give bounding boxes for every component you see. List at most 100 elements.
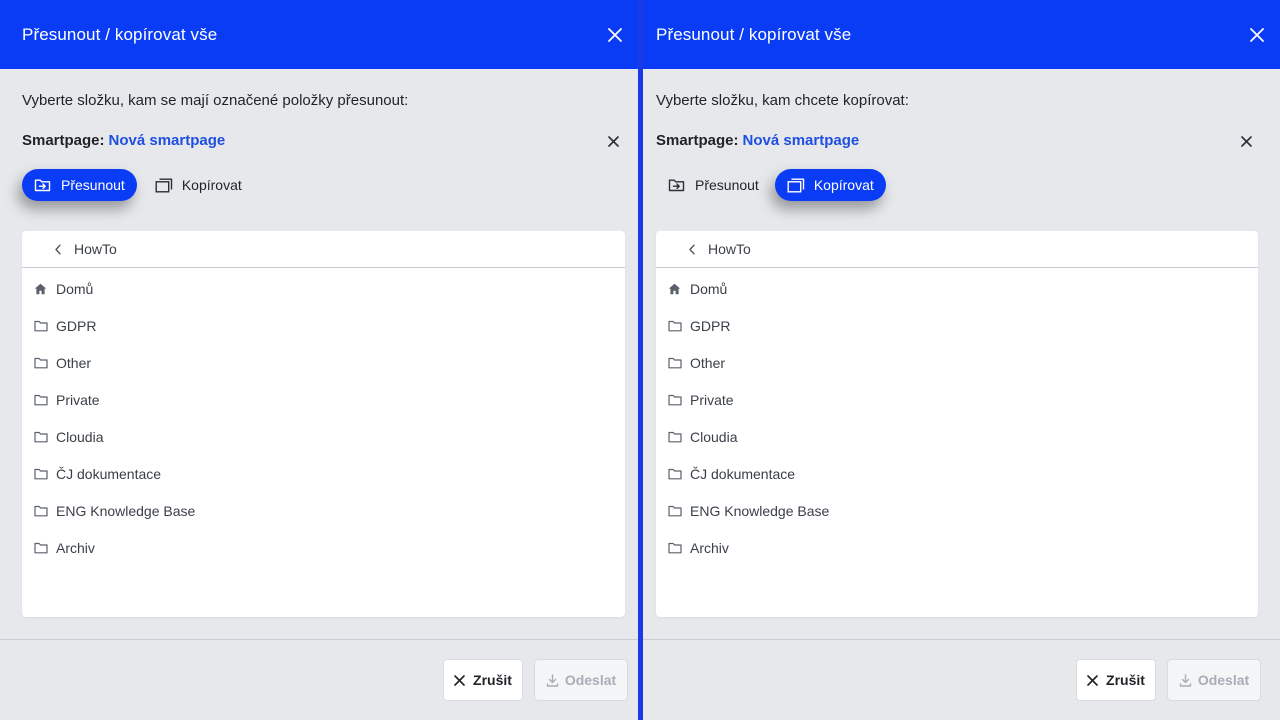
folder-item[interactable]: Archiv (22, 529, 625, 566)
folder-icon (34, 356, 48, 370)
home-icon (34, 282, 48, 296)
clear-smartpage-button[interactable] (1238, 133, 1254, 149)
close-icon (607, 135, 619, 147)
mode-copy-label: Kopírovat (813, 177, 874, 193)
folder-item-label: Domů (56, 280, 94, 297)
chevron-left-icon (54, 243, 66, 255)
folder-icon (34, 430, 48, 444)
folder-item-label: Cloudia (690, 428, 738, 445)
dialog-footer: Zrušit Odeslat (0, 639, 638, 720)
folder-item[interactable]: Private (22, 381, 625, 418)
folder-item-label: ENG Knowledge Base (56, 502, 196, 519)
cancel-button[interactable]: Zrušit (443, 659, 523, 701)
instruction-text: Vyberte složku, kam se mají označené pol… (22, 92, 409, 109)
submit-button[interactable]: Odeslat (1167, 659, 1261, 701)
folder-item[interactable]: Archiv (656, 529, 1258, 566)
folder-icon (34, 467, 48, 481)
folder-item[interactable]: GDPR (22, 307, 625, 344)
folder-icon (34, 541, 48, 555)
dialog-copy: Přesunout / kopírovat vše Vyberte složku… (643, 0, 1280, 720)
folder-item[interactable]: Domů (22, 270, 625, 307)
mode-move-label: Přesunout (61, 177, 125, 193)
tree-back-button[interactable]: HowTo (656, 231, 1258, 268)
folder-item[interactable]: ENG Knowledge Base (22, 492, 625, 529)
dialog-footer: Zrušit Odeslat (643, 639, 1280, 720)
smartpage-row: Smartpage: Nová smartpage (22, 131, 625, 151)
folder-item-label: Archiv (56, 539, 95, 556)
folder-icon (668, 504, 682, 518)
folder-tree: HowTo Domů GDPR Other Private Cloudia ČJ doku… (656, 231, 1258, 617)
instruction-text: Vyberte složku, kam chcete kopírovat: (656, 92, 909, 109)
folder-icon (668, 430, 682, 444)
tree-back-button[interactable]: HowTo (22, 231, 625, 268)
folder-item[interactable]: Domů (656, 270, 1258, 307)
folder-icon (668, 467, 682, 481)
mode-copy-button[interactable]: Kopírovat (143, 169, 254, 201)
clear-smartpage-button[interactable] (605, 133, 621, 149)
dialog-title: Přesunout / kopírovat vše (22, 24, 218, 44)
submit-label: Odeslat (1197, 672, 1250, 688)
folder-item[interactable]: GDPR (656, 307, 1258, 344)
mode-move-button[interactable]: Přesunout (656, 169, 771, 201)
smartpage-label: Smartpage: (656, 132, 739, 149)
close-icon (1087, 673, 1101, 687)
close-icon (454, 673, 468, 687)
folder-item-label: GDPR (690, 317, 731, 334)
cancel-label: Zrušit (1106, 672, 1145, 688)
smartpage-link[interactable]: Nová smartpage (743, 132, 860, 149)
folder-item-label: Cloudia (56, 428, 104, 445)
cancel-button[interactable]: Zrušit (1076, 659, 1156, 701)
smartpage-link[interactable]: Nová smartpage (109, 132, 226, 149)
folder-item-label: Private (690, 391, 734, 408)
tree-back-label: HowTo (74, 241, 117, 257)
folder-item[interactable]: ČJ dokumentace (22, 455, 625, 492)
folder-icon (668, 356, 682, 370)
mode-move-label: Přesunout (695, 177, 759, 193)
folder-item-label: ENG Knowledge Base (690, 502, 830, 519)
close-icon (608, 27, 622, 42)
dialog-header: Přesunout / kopírovat vše (643, 0, 1280, 69)
folder-item-label: Other (690, 354, 726, 371)
folder-tree: HowTo Domů GDPR Other Private Cloudia ČJ doku… (22, 231, 625, 617)
mode-switch: Přesunout Kopírovat (656, 169, 1258, 201)
folder-item[interactable]: Cloudia (22, 418, 625, 455)
folder-item[interactable]: Private (656, 381, 1258, 418)
folder-move-icon (34, 176, 52, 194)
folder-item-label: Domů (690, 280, 728, 297)
download-icon (1179, 673, 1193, 687)
folder-item-label: Private (56, 391, 100, 408)
folder-icon (668, 319, 682, 333)
download-icon (546, 673, 560, 687)
dialog-title: Přesunout / kopírovat vše (656, 24, 852, 44)
dialog-header: Přesunout / kopírovat vše (0, 0, 638, 69)
folder-item-label: GDPR (56, 317, 97, 334)
folder-item-label: ČJ dokumentace (690, 465, 796, 482)
folder-item[interactable]: ČJ dokumentace (656, 455, 1258, 492)
folder-item-label: Other (56, 354, 92, 371)
mode-move-button[interactable]: Přesunout (22, 169, 137, 201)
folder-item-label: ČJ dokumentace (56, 465, 162, 482)
copy-icon (155, 176, 173, 194)
submit-button[interactable]: Odeslat (534, 659, 628, 701)
folder-item[interactable]: ENG Knowledge Base (656, 492, 1258, 529)
folder-icon (34, 393, 48, 407)
folder-icon (668, 541, 682, 555)
smartpage-row: Smartpage: Nová smartpage (656, 131, 1258, 151)
folder-move-icon (668, 176, 686, 194)
smartpage-label: Smartpage: (22, 132, 105, 149)
close-dialog-button[interactable] (604, 24, 626, 46)
folder-item[interactable]: Cloudia (656, 418, 1258, 455)
folder-list: Domů GDPR Other Private Cloudia ČJ dokumentac… (656, 268, 1258, 566)
close-dialog-button[interactable] (1246, 24, 1268, 46)
folder-list: Domů GDPR Other Private Cloudia ČJ dokumentac… (22, 268, 625, 566)
mode-switch: Přesunout Kopírovat (22, 169, 625, 201)
folder-icon (34, 319, 48, 333)
folder-icon (668, 393, 682, 407)
folder-item[interactable]: Other (22, 344, 625, 381)
submit-label: Odeslat (564, 672, 617, 688)
mode-copy-label: Kopírovat (181, 177, 242, 193)
folder-item[interactable]: Other (656, 344, 1258, 381)
home-icon (668, 282, 682, 296)
mode-copy-button[interactable]: Kopírovat (774, 169, 886, 201)
tree-back-label: HowTo (708, 241, 751, 257)
